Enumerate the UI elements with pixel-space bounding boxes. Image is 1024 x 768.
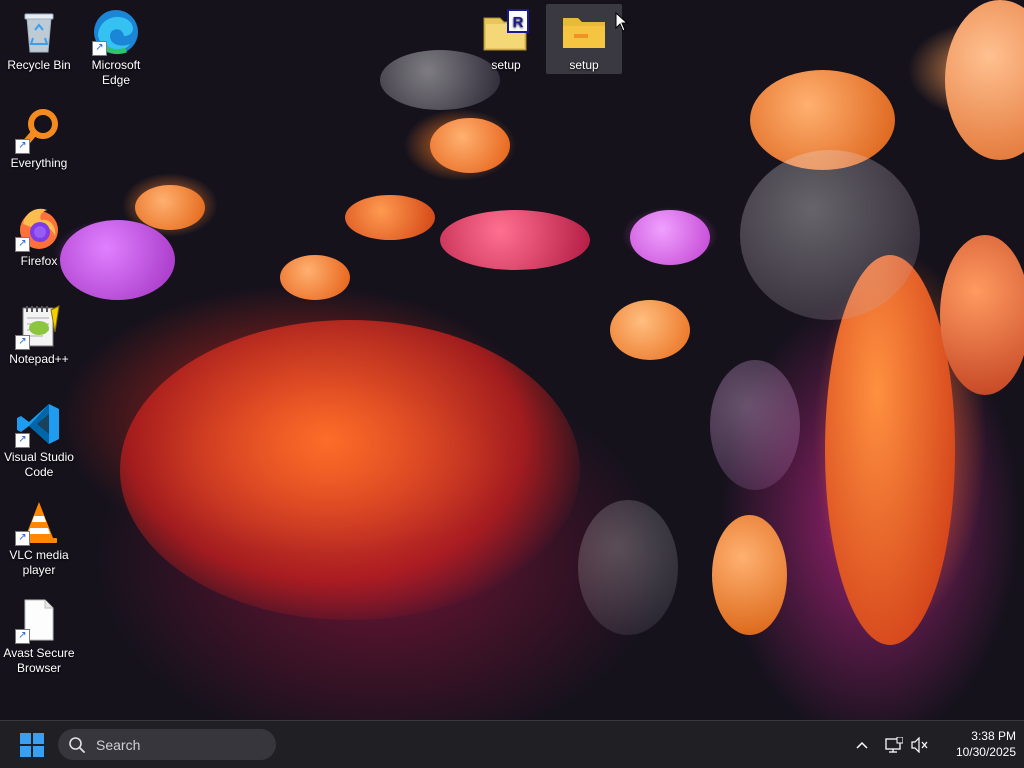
desktop-icon-everything[interactable]: ↗ Everything	[1, 102, 77, 171]
network-icon	[885, 737, 903, 753]
desktop-icon-label: Everything	[10, 156, 68, 170]
clock-date: 10/30/2025	[955, 745, 1016, 759]
search-placeholder: Search	[96, 736, 141, 753]
windows-logo-icon	[20, 733, 44, 757]
edge-icon: ↗	[92, 8, 140, 56]
desktop-icon-microsoft-edge[interactable]: ↗ Microsoft Edge	[78, 4, 154, 88]
desktop-icon-label: Firefox	[20, 254, 58, 268]
blank-file-icon: ↗	[15, 596, 63, 644]
start-button[interactable]	[14, 729, 50, 761]
desktop-icon-setup-folder[interactable]: setup	[546, 4, 622, 74]
desktop-icon-vlc[interactable]: ↗ VLC media player	[1, 494, 77, 578]
taskbar-search-box[interactable]: Search	[58, 729, 276, 760]
desktop-icon-notepadpp[interactable]: ↗ Notepad++	[1, 298, 77, 367]
shortcut-arrow-icon: ↗	[15, 531, 30, 546]
volume-button[interactable]	[908, 733, 932, 757]
clock-time: 3:38 PM	[971, 729, 1016, 743]
svg-text:R: R	[513, 14, 524, 31]
shortcut-arrow-icon: ↗	[92, 41, 107, 56]
desktop-icon-firefox[interactable]: ↗ Firefox	[1, 200, 77, 269]
taskbar: Search 3:38 PM 10/30/2025	[0, 720, 1024, 768]
search-icon	[69, 736, 85, 753]
chevron-up-icon	[856, 741, 868, 749]
vlc-cone-icon: ↗	[15, 498, 63, 546]
shortcut-arrow-icon: ↗	[15, 629, 30, 644]
shortcut-arrow-icon: ↗	[15, 335, 30, 350]
desktop-icon-label: setup	[491, 58, 521, 72]
desktop-icon-setup-archive[interactable]: R setup	[468, 4, 544, 73]
desktop-icon-recycle-bin[interactable]: Recycle Bin	[1, 4, 77, 73]
firefox-icon: ↗	[15, 204, 63, 252]
desktop-icon-label: Recycle Bin	[7, 58, 71, 72]
shortcut-arrow-icon: ↗	[15, 139, 30, 154]
network-button[interactable]	[882, 733, 906, 757]
desktop-icon-label: Microsoft Edge	[91, 58, 141, 87]
taskbar-clock[interactable]: 3:38 PM 10/30/2025	[934, 728, 1016, 760]
desktop-icon-label: setup	[569, 58, 599, 72]
desktop-icon-avast[interactable]: ↗ Avast Secure Browser	[1, 592, 77, 676]
desktop-background[interactable]: Recycle Bin ↗ Microsoft Edge ↗ Everythin…	[0, 0, 1024, 720]
volume-muted-icon	[911, 737, 928, 753]
magnifier-icon: ↗	[15, 106, 63, 154]
folder-icon	[560, 8, 608, 56]
desktop-icon-label: Avast Secure Browser	[3, 646, 75, 675]
desktop-icon-vscode[interactable]: ↗ Visual Studio Code	[1, 396, 77, 480]
shortcut-arrow-icon: ↗	[15, 433, 30, 448]
winrar-archive-icon: R	[482, 8, 530, 56]
desktop-icon-label: Notepad++	[9, 352, 69, 366]
desktop-icon-label: Visual Studio Code	[4, 450, 74, 479]
recycle-bin-icon	[15, 8, 63, 56]
desktop-icon-label: VLC media player	[9, 548, 69, 577]
mouse-cursor-icon	[615, 11, 629, 37]
show-hidden-icons-button[interactable]	[850, 733, 874, 757]
shortcut-arrow-icon: ↗	[15, 237, 30, 252]
vscode-icon: ↗	[15, 400, 63, 448]
notepadpp-icon: ↗	[15, 302, 63, 350]
